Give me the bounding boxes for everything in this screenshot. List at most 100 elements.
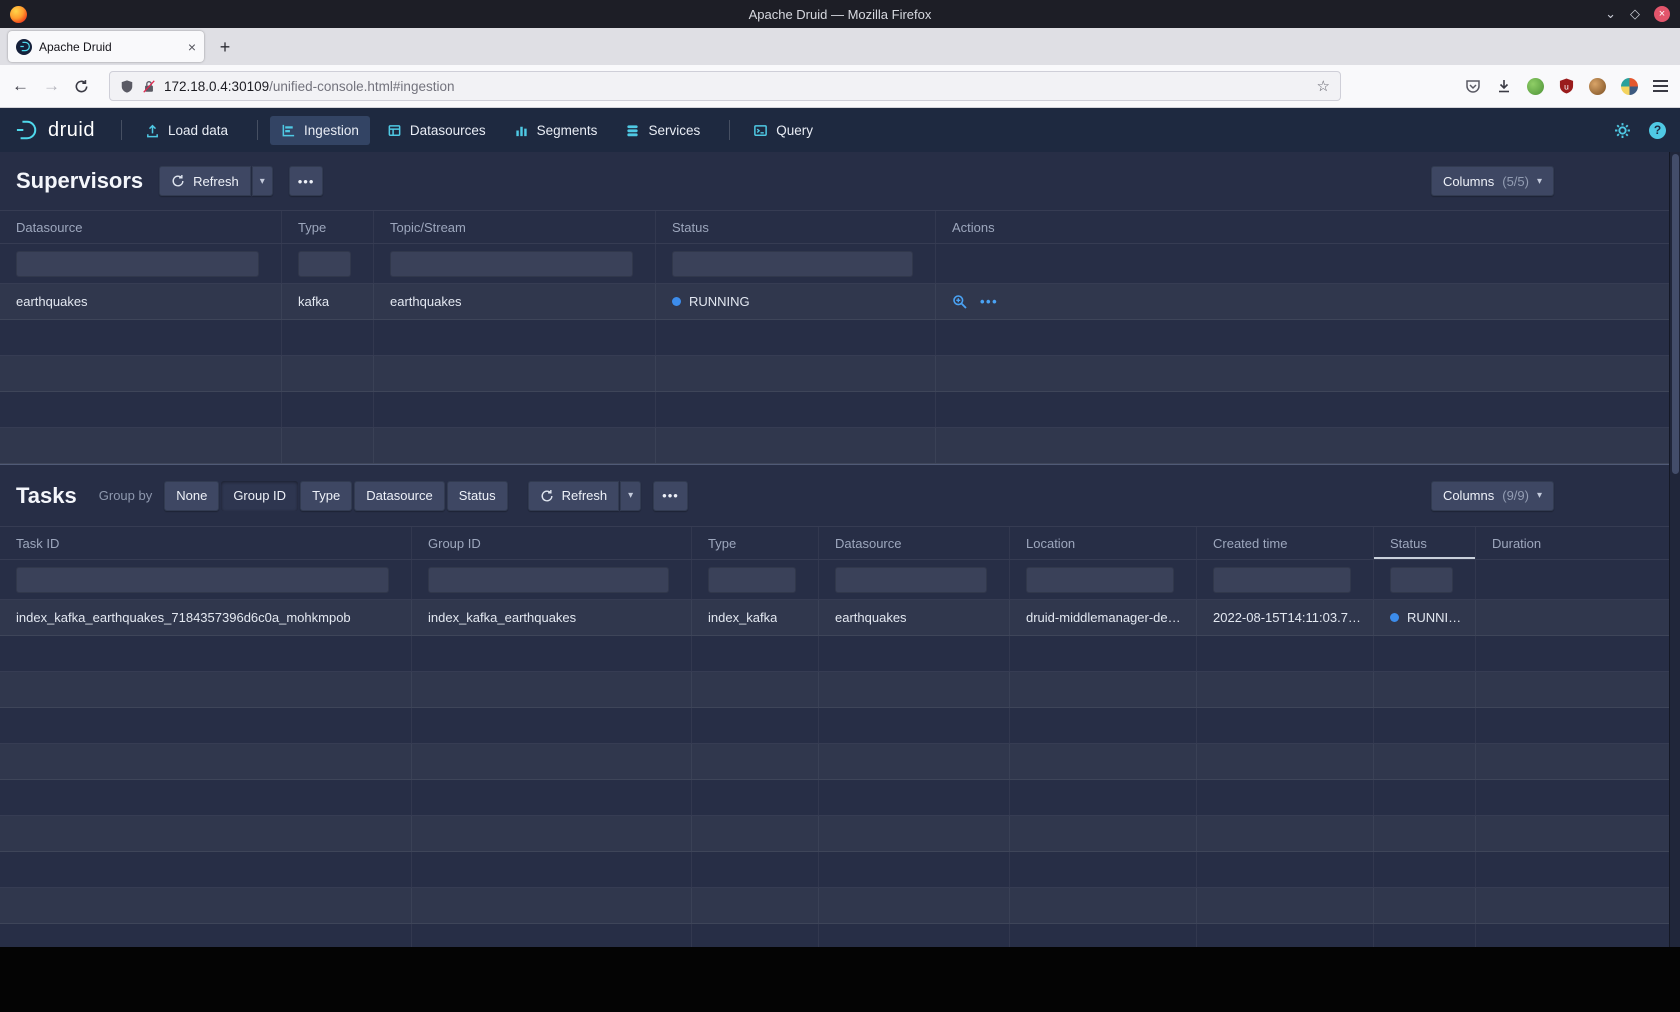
supervisors-table: Datasource Type Topic/Stream Status Acti…	[0, 210, 1680, 464]
filter-datasource-input[interactable]	[16, 251, 259, 277]
nav-datasources[interactable]: Datasources	[376, 116, 497, 145]
filter-status-input[interactable]	[1390, 567, 1453, 593]
column-header-group-id[interactable]: Group ID	[412, 527, 692, 559]
filter-datasource-input[interactable]	[835, 567, 987, 593]
nav-segments[interactable]: Segments	[503, 116, 609, 145]
browser-tab-strip: Apache Druid × +	[0, 28, 1680, 65]
row-more-actions-icon[interactable]: •••	[980, 294, 998, 309]
nav-label: Load data	[168, 123, 228, 138]
nav-label: Segments	[537, 123, 598, 138]
refresh-label: Refresh	[193, 174, 239, 189]
tab-close-icon[interactable]: ×	[188, 39, 196, 55]
extension-green-icon[interactable]	[1527, 78, 1544, 95]
filter-location-input[interactable]	[1026, 567, 1174, 593]
insecure-lock-icon[interactable]	[142, 79, 156, 94]
table-row-empty	[0, 636, 1680, 672]
filter-group-id-input[interactable]	[428, 567, 669, 593]
group-by-none-button[interactable]: None	[164, 481, 219, 511]
nav-ingestion[interactable]: Ingestion	[270, 116, 370, 145]
supervisors-filter-row	[0, 244, 1680, 284]
group-by-status-button[interactable]: Status	[447, 481, 508, 511]
filter-status-input[interactable]	[672, 251, 913, 277]
supervisor-row-earthquakes[interactable]: earthquakes kafka earthquakes RUNNING ••…	[0, 284, 1680, 320]
supervisors-title: Supervisors	[16, 168, 143, 194]
divider	[257, 120, 258, 140]
window-close-icon[interactable]: ×	[1654, 6, 1670, 22]
column-header-task-id[interactable]: Task ID	[0, 527, 412, 559]
url-bar[interactable]: 172.18.0.4:30109/unified-console.html#in…	[109, 71, 1341, 101]
task-row-index-kafka-earthquakes[interactable]: index_kafka_earthquakes_7184357396d6c0a_…	[0, 600, 1680, 636]
settings-gear-icon[interactable]	[1614, 122, 1631, 139]
nav-query[interactable]: Query	[742, 116, 824, 145]
divider	[121, 120, 122, 140]
supervisors-columns-button[interactable]: Columns (5/5) ▾	[1431, 166, 1554, 196]
table-row-empty	[0, 392, 1680, 428]
column-header-status[interactable]: Status	[656, 211, 936, 243]
downloads-icon[interactable]	[1496, 78, 1512, 94]
task-datasource: earthquakes	[819, 600, 1010, 635]
nav-load-data[interactable]: Load data	[134, 116, 239, 145]
table-row-empty	[0, 816, 1680, 852]
column-header-location[interactable]: Location	[1010, 527, 1197, 559]
nav-label: Query	[776, 123, 813, 138]
desktop-background	[0, 947, 1680, 1012]
filter-topic-stream-input[interactable]	[390, 251, 633, 277]
menu-icon[interactable]	[1653, 80, 1668, 92]
supervisors-refresh-button[interactable]: Refresh	[159, 166, 251, 196]
tasks-more-button[interactable]: •••	[653, 481, 688, 511]
table-row-empty	[0, 672, 1680, 708]
table-row-empty	[0, 924, 1680, 947]
filter-type-input[interactable]	[708, 567, 796, 593]
column-header-topic-stream[interactable]: Topic/Stream	[374, 211, 656, 243]
column-header-actions[interactable]: Actions	[936, 211, 1680, 243]
window-minimize-icon[interactable]: ⌄	[1605, 6, 1616, 22]
vertical-scrollbar[interactable]	[1669, 152, 1680, 947]
nav-services[interactable]: Services	[614, 116, 711, 145]
table-row-empty	[0, 708, 1680, 744]
column-header-created-time[interactable]: Created time	[1197, 527, 1374, 559]
ublock-origin-icon[interactable]: u	[1559, 78, 1574, 94]
group-by-group-id-button[interactable]: Group ID	[221, 481, 298, 511]
help-icon[interactable]: ?	[1649, 122, 1666, 139]
pocket-icon[interactable]	[1465, 78, 1481, 94]
chevron-down-icon: ▾	[1537, 490, 1542, 501]
task-location: druid-middlemanager-defaul...	[1010, 600, 1197, 635]
tasks-columns-button[interactable]: Columns (9/9) ▾	[1431, 481, 1554, 511]
reload-icon[interactable]	[74, 79, 89, 94]
tasks-refresh-button[interactable]: Refresh	[528, 481, 620, 511]
zoom-in-icon[interactable]	[952, 294, 968, 310]
column-header-type[interactable]: Type	[692, 527, 819, 559]
tracking-protection-shield-icon[interactable]	[120, 79, 134, 94]
column-header-type[interactable]: Type	[282, 211, 374, 243]
group-by-type-button[interactable]: Type	[300, 481, 352, 511]
extension-avatar-icon[interactable]	[1589, 78, 1606, 95]
browser-toolbar: ← → 172.18.0.4:30109/unified-console.htm…	[0, 65, 1680, 108]
task-type: index_kafka	[692, 600, 819, 635]
column-header-datasource[interactable]: Datasource	[0, 211, 282, 243]
scrollbar-thumb[interactable]	[1672, 154, 1679, 474]
extension-pinwheel-icon[interactable]	[1621, 78, 1638, 95]
filter-task-id-input[interactable]	[16, 567, 389, 593]
supervisors-refresh-caret-button[interactable]: ▾	[252, 166, 273, 196]
back-icon[interactable]: ←	[12, 76, 29, 96]
bookmark-star-icon[interactable]: ☆	[1317, 77, 1330, 95]
tab-favicon-icon	[16, 39, 32, 55]
druid-logo[interactable]: druid	[14, 119, 95, 142]
column-header-datasource[interactable]: Datasource	[819, 527, 1010, 559]
group-by-datasource-button[interactable]: Datasource	[354, 481, 444, 511]
column-header-duration[interactable]: Duration	[1476, 527, 1680, 559]
task-duration	[1476, 600, 1680, 635]
nav-label: Datasources	[410, 123, 486, 138]
supervisors-more-button[interactable]: •••	[289, 166, 324, 196]
tasks-refresh-caret-button[interactable]: ▾	[620, 481, 641, 511]
column-header-status[interactable]: Status	[1374, 527, 1476, 559]
browser-tab-apache-druid[interactable]: Apache Druid ×	[8, 31, 204, 62]
forward-icon[interactable]: →	[43, 76, 60, 96]
refresh-label: Refresh	[562, 488, 608, 503]
task-status: RUNNING	[1374, 600, 1476, 635]
new-tab-button[interactable]: +	[210, 32, 240, 62]
window-maximize-icon[interactable]: ◇	[1630, 6, 1640, 22]
segments-icon	[514, 123, 529, 138]
filter-created-time-input[interactable]	[1213, 567, 1351, 593]
filter-type-input[interactable]	[298, 251, 351, 277]
